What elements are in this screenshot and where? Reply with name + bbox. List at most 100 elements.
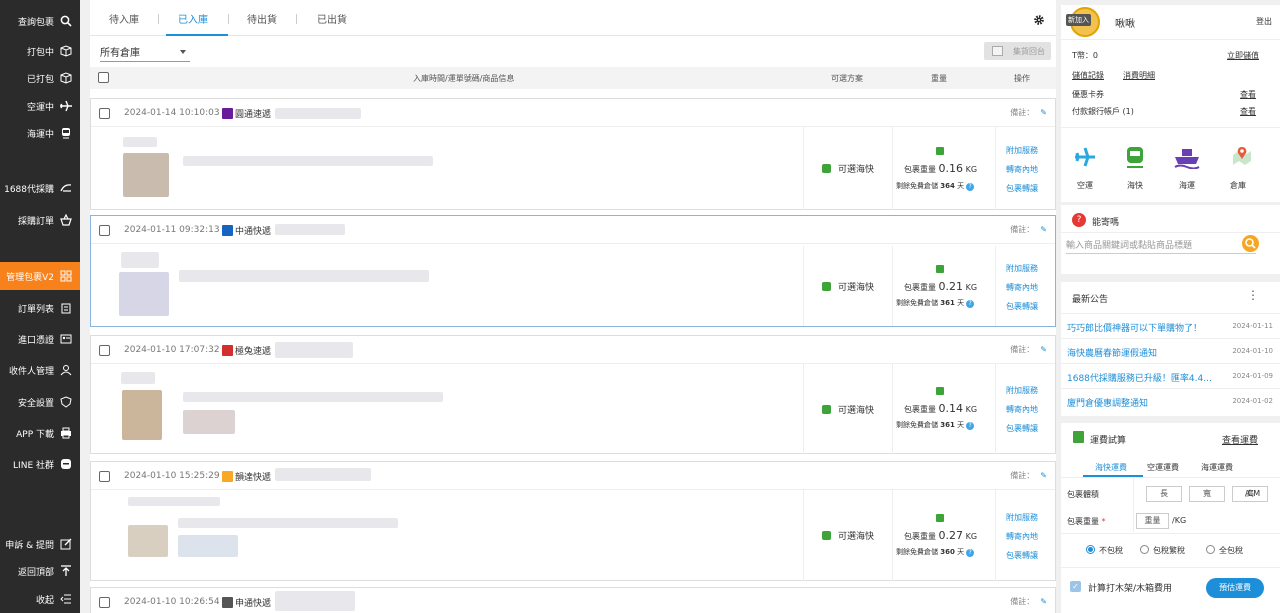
news-item[interactable]: 廈門倉優惠調整通知 2024-01-02	[1061, 389, 1280, 414]
add-service-link[interactable]: 附加服務	[1006, 145, 1038, 156]
logout-link[interactable]: 登出	[1256, 16, 1272, 27]
product-thumbnail	[128, 525, 168, 557]
quick-link-sea-freight[interactable]: 海運	[1173, 145, 1203, 193]
can-ship-title: 能寄嗎	[1092, 218, 1120, 228]
pencil-icon[interactable]: ✎	[1040, 597, 1047, 606]
tab-sea-express-rate[interactable]: 海快運費	[1095, 462, 1127, 473]
topup-link[interactable]: 立即儲值	[1227, 50, 1259, 61]
transfer-package-link[interactable]: 包裹轉讓	[1006, 183, 1038, 194]
select-all-checkbox[interactable]	[98, 72, 109, 83]
all-tax-radio[interactable]	[1206, 545, 1215, 554]
package-checkbox[interactable]	[99, 345, 110, 356]
divider	[1061, 533, 1280, 534]
news-item[interactable]: 巧巧郎比價神器可以下單購物了！ 2024-01-11	[1061, 314, 1280, 339]
sidebar-item-packed[interactable]: 已打包	[0, 65, 80, 91]
sidebar-item-search-package[interactable]: 查詢包裹	[0, 8, 80, 34]
help-icon[interactable]: ?	[966, 183, 975, 191]
tab-divider	[228, 14, 229, 24]
news-item[interactable]: 1688代採購服務已升級！匯率4.4... 2024-01-09	[1061, 364, 1280, 389]
transfer-package-link[interactable]: 包裹轉讓	[1006, 301, 1038, 312]
pencil-icon[interactable]: ✎	[1040, 471, 1047, 480]
tax-included-radio[interactable]	[1140, 545, 1149, 554]
coupons-label: 優惠卡券	[1072, 90, 1104, 99]
sidebar-item-app-download[interactable]: APP 下載	[0, 420, 80, 446]
stored-record-link[interactable]: 儲值記錄	[1072, 70, 1104, 81]
pencil-icon[interactable]: ✎	[1040, 345, 1047, 354]
sidebar-item-back-to-top[interactable]: 返回頂部	[0, 558, 80, 584]
quick-link-warehouse[interactable]: 倉庫	[1229, 145, 1259, 193]
sidebar-item-manage-packages[interactable]: 管理包裹V2	[0, 262, 80, 290]
quick-link-air[interactable]: 空運	[1073, 145, 1099, 193]
wood-frame-label: 計算打木架/木箱費用	[1088, 584, 1173, 594]
pencil-icon[interactable]: ✎	[1040, 225, 1047, 234]
news-item[interactable]: 海快農曆春節運假通知 2024-01-10	[1061, 339, 1280, 364]
tab-inbound[interactable]: 已入庫	[178, 11, 208, 26]
package-checkbox[interactable]	[99, 597, 110, 608]
sidebar-item-purchase-orders[interactable]: 採購訂單	[0, 207, 80, 233]
tab-air-rate[interactable]: 空運運費	[1147, 462, 1179, 473]
sidebar-item-recipients[interactable]: 收件人管理	[0, 357, 80, 383]
tracking-number-redacted	[275, 468, 371, 481]
consolidate-button[interactable]: 集貨回台	[984, 42, 1051, 60]
package-checkbox[interactable]	[99, 471, 110, 482]
tab-pending-shipment[interactable]: 待出貨	[247, 11, 277, 26]
weight-input[interactable]: 重量	[1136, 513, 1169, 529]
width-input[interactable]: 寬	[1189, 486, 1225, 502]
volume-label: 包裹體積	[1067, 490, 1099, 499]
tab-shipped[interactable]: 已出貨	[317, 11, 347, 26]
forward-mainland-link[interactable]: 轉寄內地	[1006, 282, 1038, 293]
note[interactable]: 備註： ✎	[1010, 107, 1047, 118]
package-checkbox[interactable]	[99, 225, 110, 236]
sidebar-item-appeal[interactable]: 申訴 & 提問	[0, 531, 80, 557]
sidebar-item-order-list[interactable]: 訂單列表	[0, 295, 80, 321]
quick-link-sea-express[interactable]: 海快	[1123, 145, 1149, 193]
gear-icon[interactable]	[1033, 14, 1045, 26]
sidebar-item-air[interactable]: 空運中	[0, 93, 80, 119]
sidebar-item-import-docs[interactable]: 進口憑證	[0, 326, 80, 352]
forward-mainland-link[interactable]: 轉寄內地	[1006, 531, 1038, 542]
sidebar-item-sea[interactable]: 海運中	[0, 120, 80, 146]
free-storage: 剩餘免費倉儲 361 天?	[896, 420, 975, 430]
warehouse-select[interactable]: 所有倉庫	[100, 41, 190, 62]
note[interactable]: 備註： ✎	[1010, 470, 1047, 481]
sidebar-item-security[interactable]: 安全設置	[0, 389, 80, 415]
package-date: 2024-01-11 09:32:13	[124, 225, 220, 235]
pencil-icon[interactable]: ✎	[1040, 108, 1047, 117]
add-service-link[interactable]: 附加服務	[1006, 385, 1038, 396]
help-icon[interactable]: ?	[966, 549, 975, 557]
view-rates-link[interactable]: 查看運費	[1222, 433, 1258, 446]
estimate-button[interactable]: 預估運費	[1206, 578, 1264, 598]
cargo-ship-icon	[1174, 149, 1200, 170]
package-checkbox[interactable]	[99, 108, 110, 119]
more-vertical-icon[interactable]: ⋮	[1247, 288, 1259, 302]
add-service-link[interactable]: 附加服務	[1006, 263, 1038, 274]
transfer-package-link[interactable]: 包裹轉讓	[1006, 423, 1038, 434]
bank-view-link[interactable]: 查看	[1240, 106, 1256, 117]
can-ship-search-input[interactable]: 輸入商品關鍵詞或黏貼商品標題	[1066, 234, 1256, 254]
tab-pending-inbound[interactable]: 待入庫	[109, 11, 139, 26]
wood-frame-checkbox[interactable]: ✓	[1070, 581, 1081, 592]
forward-mainland-link[interactable]: 轉寄內地	[1006, 404, 1038, 415]
forward-mainland-link[interactable]: 轉寄內地	[1006, 164, 1038, 175]
search-icon[interactable]	[1242, 235, 1259, 252]
sidebar-item-packing[interactable]: 打包中	[0, 38, 80, 64]
transfer-package-link[interactable]: 包裹轉讓	[1006, 550, 1038, 561]
length-input[interactable]: 長	[1146, 486, 1182, 502]
sidebar-item-line-group[interactable]: LINE 社群	[0, 451, 80, 477]
note[interactable]: 備註： ✎	[1010, 596, 1047, 607]
shipping-option-label: 可選海快	[837, 405, 874, 416]
package-card-header: 2024-01-10 10:26:54 申通快遞 備註： ✎	[91, 588, 1055, 613]
sidebar-item-collapse[interactable]: 收起	[0, 586, 80, 612]
help-icon[interactable]: ?	[966, 422, 975, 430]
note[interactable]: 備註： ✎	[1010, 344, 1047, 355]
no-tax-radio[interactable]	[1086, 545, 1095, 554]
status-tabs: 待入庫 已入庫 待出貨 已出貨	[90, 0, 1056, 36]
tracking-number-redacted	[275, 108, 361, 119]
note[interactable]: 備註： ✎	[1010, 224, 1047, 235]
add-service-link[interactable]: 附加服務	[1006, 512, 1038, 523]
coupons-view-link[interactable]: 查看	[1240, 89, 1256, 100]
spend-detail-link[interactable]: 消費明細	[1123, 70, 1155, 81]
sidebar-item-1688[interactable]: 1688代採購	[0, 175, 80, 201]
tab-sea-freight-rate[interactable]: 海運運費	[1201, 462, 1233, 473]
help-icon[interactable]: ?	[966, 300, 975, 308]
